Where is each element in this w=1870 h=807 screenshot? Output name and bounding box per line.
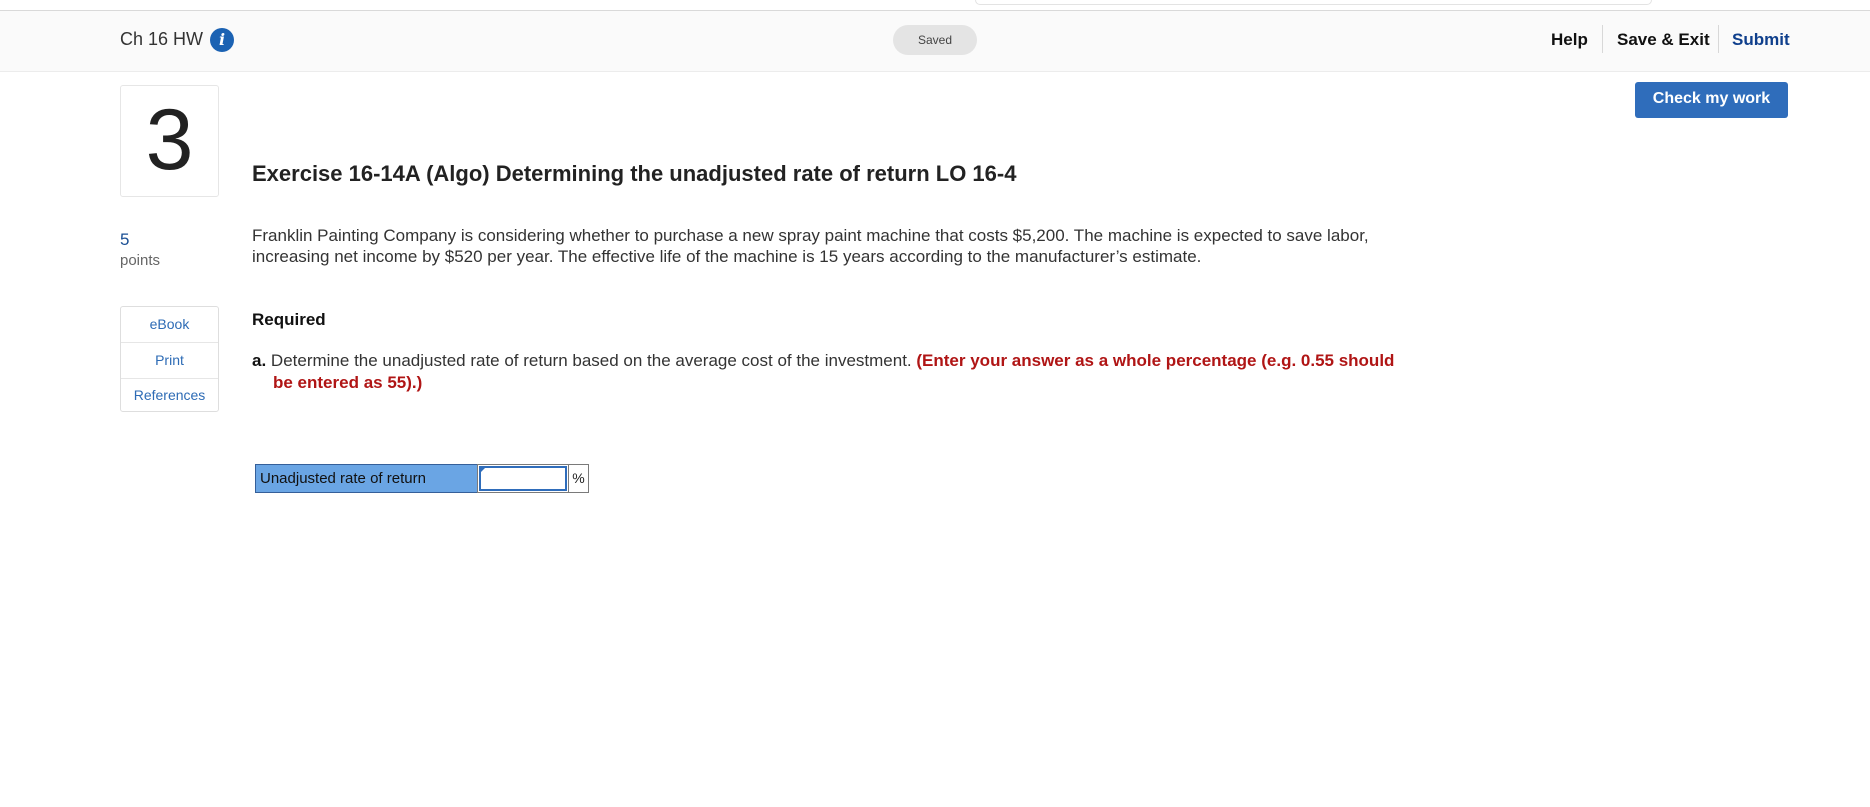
assignment-title: Ch 16 HW (120, 29, 204, 49)
question-title: Exercise 16-14A (Algo) Determining the u… (252, 161, 1017, 186)
part-a-label: a. (252, 351, 267, 370)
top-tab-outline (975, 0, 1652, 5)
answer-cell (477, 464, 569, 493)
info-icon[interactable]: i (210, 28, 234, 52)
ebook-link[interactable]: eBook (121, 307, 218, 343)
help-link[interactable]: Help (1551, 30, 1588, 50)
assignment-header: Ch 16 HW i Saved Help Save & Exit Submit (0, 11, 1870, 72)
question-body: Franklin Painting Company is considering… (252, 226, 1369, 266)
input-flag-icon (480, 467, 486, 473)
question-number: 3 (120, 85, 219, 197)
references-link[interactable]: References (121, 379, 218, 411)
answer-label: Unadjusted rate of return (255, 464, 477, 493)
required-heading: Required (252, 310, 326, 329)
header-divider (1602, 25, 1603, 53)
resources-panel: eBook Print References (120, 306, 219, 412)
submit-link[interactable]: Submit (1732, 30, 1790, 50)
browser-top-strip (0, 0, 1870, 11)
answer-input[interactable] (479, 466, 567, 491)
check-my-work-button[interactable]: Check my work (1635, 82, 1788, 118)
save-exit-link[interactable]: Save & Exit (1617, 30, 1710, 50)
points-value: 5 (120, 230, 130, 249)
header-divider (1718, 25, 1719, 53)
answer-table: Unadjusted rate of return % (255, 464, 589, 493)
part-a-instructions: a. Determine the unadjusted rate of retu… (252, 350, 1413, 394)
saved-status-badge: Saved (893, 25, 977, 55)
points-label: points (120, 252, 161, 269)
print-link[interactable]: Print (121, 343, 218, 379)
answer-unit: % (569, 464, 589, 493)
part-a-text: Determine the unadjusted rate of return … (270, 351, 912, 370)
